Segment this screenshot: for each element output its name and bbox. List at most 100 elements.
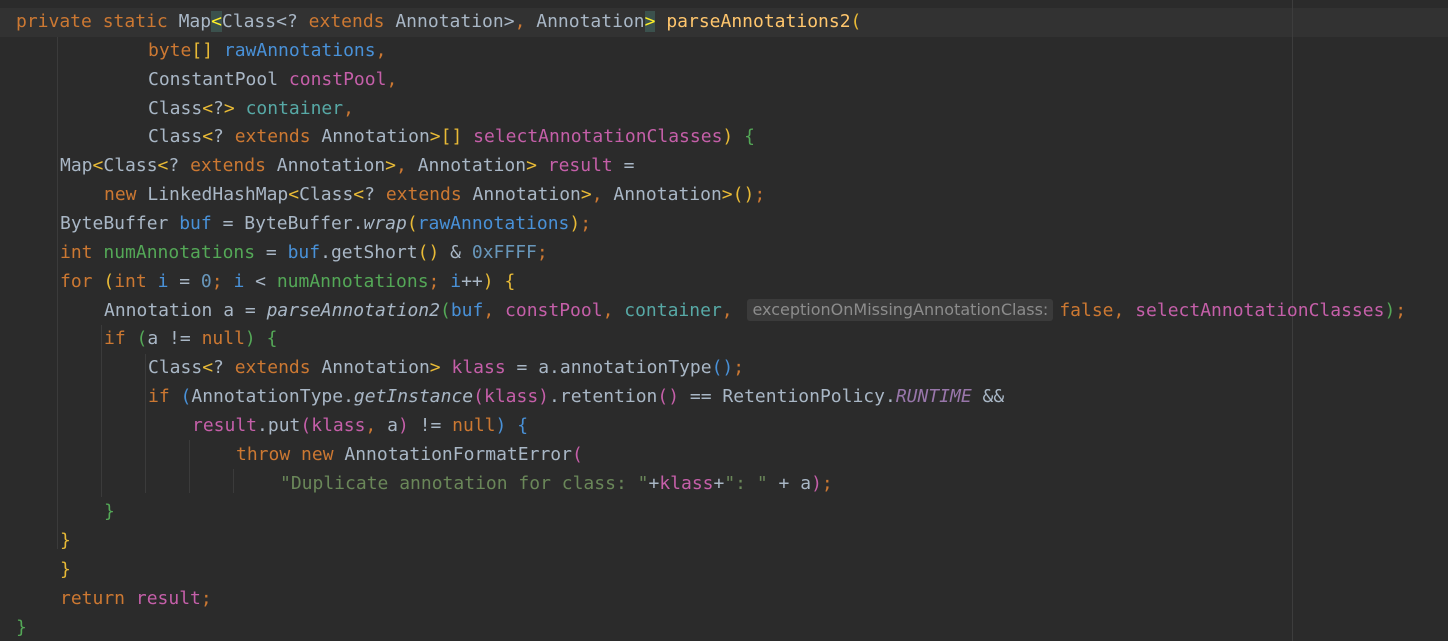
code-token: } — [104, 501, 115, 523]
code-token: ; — [754, 184, 766, 206]
code-line[interactable]: byte[] rawAnnotations, — [148, 37, 386, 65]
code-token: , — [483, 299, 506, 321]
code-line[interactable]: } — [60, 527, 71, 555]
code-line[interactable]: Class<?> container, — [148, 95, 354, 123]
code-token: extends — [385, 184, 473, 206]
code-token: ; — [821, 472, 833, 494]
code-token: & — [439, 241, 472, 263]
code-token: Annotation — [321, 357, 430, 379]
code-token: + — [648, 472, 660, 494]
code-line[interactable]: ByteBuffer buf = ByteBuffer.wrap(rawAnno… — [60, 210, 591, 238]
code-token: .retention — [549, 386, 658, 408]
code-token: throw new — [236, 443, 345, 465]
code-token: , — [602, 299, 625, 321]
code-token: rawAnnotations — [417, 212, 570, 234]
code-token: ; — [428, 270, 451, 292]
code-token: , — [375, 39, 387, 61]
code-line[interactable]: result.put(klass, a) != null) { — [192, 412, 528, 440]
code-token: < — [244, 270, 277, 292]
code-token: = — [612, 155, 635, 177]
code-token: > — [429, 357, 452, 379]
code-token: ; — [211, 270, 234, 292]
code-line[interactable]: private static Map<Class<? extends Annot… — [16, 8, 861, 36]
code-token: > — [223, 97, 246, 119]
code-token: ; — [200, 588, 212, 609]
code-token: ) — [482, 270, 505, 292]
code-token: a — [538, 357, 550, 379]
code-line[interactable]: Class<? extends Annotation> klass = a.an… — [148, 354, 744, 382]
code-editor[interactable]: private static Map<Class<? extends Annot… — [0, 0, 1448, 641]
code-token: () — [417, 241, 440, 263]
code-line[interactable]: return result; — [60, 585, 212, 613]
code-token: > — [526, 155, 548, 177]
code-token: Class — [148, 357, 203, 379]
code-line[interactable]: } — [104, 498, 115, 526]
code-token: ( — [136, 328, 148, 350]
code-token: , — [343, 97, 354, 119]
code-line[interactable]: ConstantPool constPool, — [148, 66, 397, 94]
code-token: , — [591, 184, 614, 206]
code-token: Annotation — [536, 11, 645, 32]
code-token: > — [580, 184, 592, 206]
code-line[interactable]: for (int i = 0; i < numAnnotations; i++)… — [60, 268, 515, 296]
code-token: ? — [364, 184, 386, 206]
code-token: ) — [1384, 299, 1396, 321]
code-line[interactable]: throw new AnnotationFormatError( — [236, 441, 583, 469]
parameter-hint: exceptionOnMissingAnnotationClass: — [747, 298, 1054, 321]
code-token: 0 — [200, 270, 212, 292]
code-token: private static — [16, 11, 179, 32]
code-line[interactable]: } — [60, 556, 71, 584]
code-token: i — [233, 270, 245, 292]
code-token: ? — [213, 97, 224, 119]
code-token: constPool — [505, 299, 603, 321]
code-token: new — [104, 184, 148, 206]
code-token: < — [202, 97, 214, 119]
code-token: extends — [234, 126, 322, 148]
code-token: false — [1059, 299, 1114, 321]
code-line[interactable]: new LinkedHashMap<Class<? extends Annota… — [104, 181, 765, 209]
code-token: for — [60, 270, 104, 292]
code-token: ) — [495, 414, 518, 436]
code-token: klass — [659, 472, 714, 494]
code-line[interactable]: "Duplicate annotation for class: "+klass… — [280, 470, 833, 498]
code-line[interactable]: Map<Class<? extends Annotation>, Annotat… — [60, 152, 634, 180]
code-token: selectAnnotationClasses — [1135, 299, 1385, 321]
indent-guide-line — [101, 325, 102, 497]
code-token: ) — [397, 414, 409, 436]
code-token: rawAnnotations — [223, 39, 376, 61]
code-token: () — [732, 184, 755, 206]
code-line[interactable]: if (a != null) { — [104, 325, 277, 353]
code-token: Annotation — [104, 299, 224, 321]
indent-guide-line — [145, 354, 146, 493]
code-token: () — [657, 386, 680, 408]
code-token: int — [60, 241, 104, 263]
code-token: buf — [450, 299, 484, 321]
code-token: ; — [1395, 299, 1407, 321]
code-token: && — [971, 386, 1005, 408]
code-line[interactable]: int numAnnotations = buf.getShort() & 0x… — [60, 239, 548, 267]
code-token: = — [255, 241, 288, 263]
code-token: [] — [191, 39, 224, 61]
code-token: container — [624, 299, 722, 321]
code-token: = — [505, 357, 539, 379]
code-line[interactable]: } — [16, 614, 27, 641]
code-token: wrap — [363, 212, 407, 234]
code-line[interactable]: if (AnnotationType.getInstance(klass).re… — [148, 383, 1004, 411]
code-token: Annotation — [472, 184, 581, 206]
code-line[interactable]: Class<? extends Annotation>[] selectAnno… — [148, 123, 755, 151]
code-line[interactable]: Annotation a = parseAnnotation2(buf, con… — [104, 297, 1406, 325]
code-token: parseAnnotations2 — [666, 11, 851, 32]
code-token: a — [147, 328, 159, 350]
indent-guide-line — [233, 469, 234, 493]
code-token: a — [800, 472, 812, 494]
code-token: , — [721, 299, 744, 321]
code-token: , — [386, 68, 398, 90]
code-token: = ByteBuffer. — [211, 212, 364, 234]
code-token: } — [60, 559, 71, 581]
code-token: Class — [299, 184, 354, 206]
code-token: { — [744, 126, 755, 148]
code-token: = — [234, 299, 267, 321]
code-token: < — [157, 155, 169, 177]
code-token: < — [288, 184, 300, 206]
code-token: extends — [190, 155, 277, 177]
